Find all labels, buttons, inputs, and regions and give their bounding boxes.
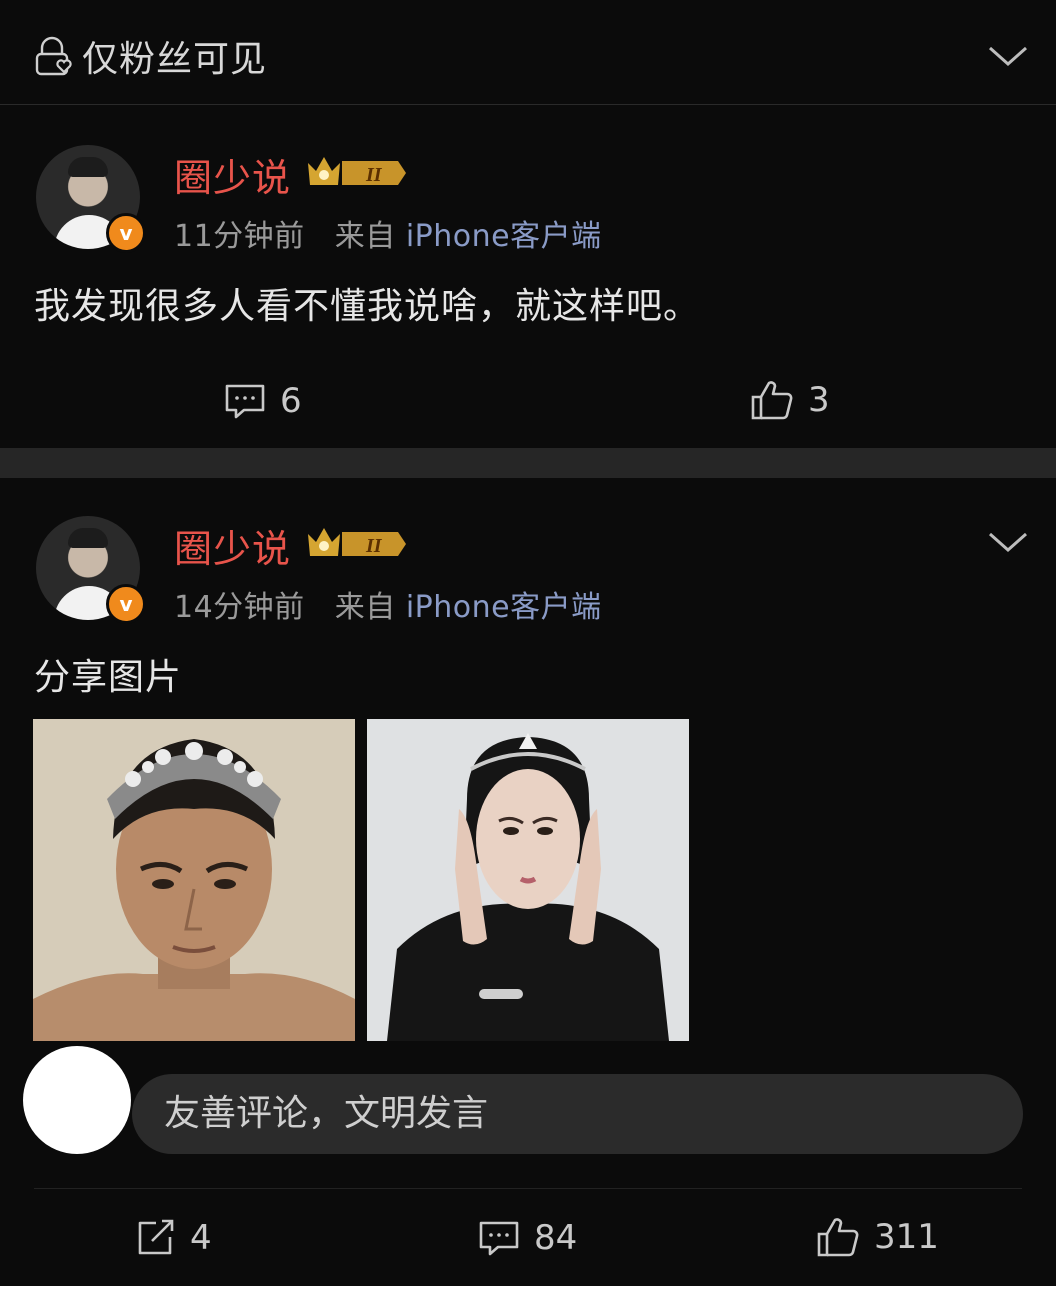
author-name[interactable]: 圈少说 bbox=[174, 147, 291, 202]
post-card: v 圈少说 II 11分钟前 来自 iPhone客户端 我发现很多人看不懂我说啥… bbox=[0, 105, 1056, 448]
post-source[interactable]: iPhone客户端 bbox=[406, 219, 602, 254]
share-edit-icon bbox=[138, 1219, 174, 1255]
male-portrait-photo bbox=[33, 719, 355, 1041]
comment-icon bbox=[225, 384, 265, 419]
like-button[interactable]: 3 bbox=[750, 379, 830, 421]
comment-button[interactable]: 84 bbox=[478, 1218, 577, 1258]
post-time: 11分钟前 bbox=[174, 219, 305, 254]
post-image[interactable] bbox=[367, 719, 689, 1041]
visibility-label: 仅粉丝可见 bbox=[82, 39, 268, 80]
thumbs-up-icon bbox=[817, 1218, 859, 1257]
bottom-edge bbox=[0, 1286, 1056, 1297]
like-count: 311 bbox=[874, 1217, 939, 1257]
female-portrait-photo bbox=[367, 719, 689, 1041]
thumbs-up-icon bbox=[751, 381, 793, 420]
repost-button[interactable]: 4 bbox=[136, 1218, 212, 1258]
verified-badge-icon: v bbox=[106, 584, 146, 624]
rank-badge-label: II bbox=[365, 164, 383, 186]
comment-input[interactable]: 友善评论，文明发言 bbox=[132, 1074, 1023, 1154]
my-avatar[interactable] bbox=[23, 1046, 131, 1154]
post-meta: 11分钟前 来自 iPhone客户端 bbox=[174, 211, 602, 255]
comment-icon bbox=[479, 1221, 519, 1256]
repost-count: 4 bbox=[190, 1218, 212, 1258]
crown-rank-badge-icon[interactable]: II bbox=[302, 522, 412, 562]
like-count: 3 bbox=[808, 380, 830, 420]
rank-badge-label: II bbox=[365, 535, 383, 557]
feed-separator bbox=[0, 448, 1056, 478]
like-button[interactable]: 311 bbox=[816, 1216, 939, 1258]
visibility-bar[interactable]: 仅粉丝可见 bbox=[0, 0, 1056, 105]
comment-button[interactable]: 6 bbox=[224, 381, 302, 421]
post-card: v 圈少说 II 14分钟前 来自 iPhone客户端 分享图片 友善评论，文明… bbox=[0, 478, 1056, 1297]
chevron-down-icon[interactable] bbox=[986, 528, 1030, 556]
post-source[interactable]: iPhone客户端 bbox=[406, 590, 602, 625]
post-image[interactable] bbox=[33, 719, 355, 1041]
crown-rank-badge-icon[interactable]: II bbox=[302, 151, 412, 191]
source-prefix: 来自 bbox=[334, 219, 396, 254]
comment-count: 84 bbox=[534, 1218, 578, 1258]
post-text[interactable]: 我发现很多人看不懂我说啥，就这样吧。 bbox=[34, 277, 700, 329]
comment-placeholder: 友善评论，文明发言 bbox=[164, 1093, 489, 1134]
verified-badge-icon: v bbox=[106, 213, 146, 253]
lock-heart-icon bbox=[35, 36, 72, 76]
post-time: 14分钟前 bbox=[174, 590, 305, 625]
comment-count: 6 bbox=[280, 381, 302, 421]
source-prefix: 来自 bbox=[334, 590, 396, 625]
divider bbox=[34, 1188, 1022, 1189]
post-text[interactable]: 分享图片 bbox=[34, 648, 182, 700]
chevron-down-icon[interactable] bbox=[986, 42, 1030, 70]
author-name[interactable]: 圈少说 bbox=[174, 518, 291, 573]
post-meta: 14分钟前 来自 iPhone客户端 bbox=[174, 582, 602, 626]
